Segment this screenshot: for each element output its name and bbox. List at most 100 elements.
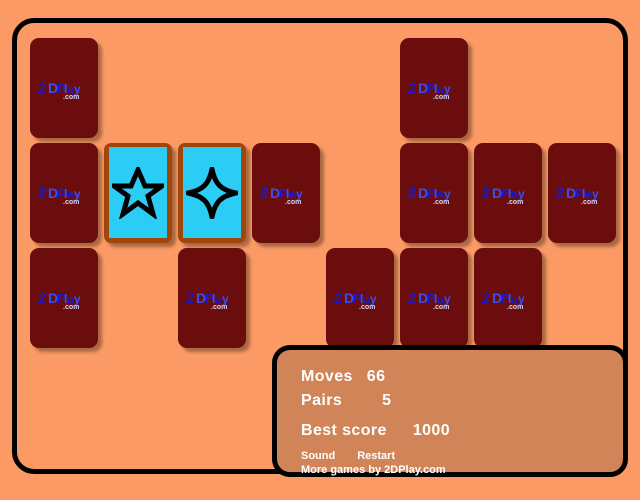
svg-text:2: 2 <box>482 185 491 202</box>
svg-text:a: a <box>437 187 444 201</box>
svg-text:y: y <box>518 292 525 306</box>
svg-text:2: 2 <box>38 290 47 307</box>
card-back-logo-icon: 2 D Pl a y .com <box>400 76 468 102</box>
card-r2c4[interactable]: 2 D Pl a y .com <box>252 143 320 243</box>
moves-value: 66 <box>366 368 386 385</box>
pairs-value: 5 <box>382 392 392 409</box>
svg-text:2: 2 <box>556 185 565 202</box>
svg-text:D: D <box>196 290 206 306</box>
game-stage: 2 D Pl a y .com 2 D Pl a y .com 2 D Pl a y .com 2 D Pl a y .com… <box>0 0 640 500</box>
svg-text:2: 2 <box>186 290 195 307</box>
svg-text:.com: .com <box>433 94 449 101</box>
card-back-logo-icon: 2 D Pl a y .com <box>326 286 394 312</box>
svg-text:a: a <box>289 187 296 201</box>
svg-text:a: a <box>437 82 444 96</box>
sound-button[interactable]: Sound <box>301 450 335 462</box>
panel-actions: Sound Restart <box>301 450 395 462</box>
svg-text:a: a <box>215 292 222 306</box>
svg-text:2: 2 <box>260 185 269 202</box>
restart-button[interactable]: Restart <box>357 450 395 462</box>
svg-text:y: y <box>74 187 81 201</box>
svg-text:y: y <box>444 187 451 201</box>
card-r3c5[interactable]: 2 D Pl a y .com <box>474 248 542 348</box>
card-back-logo-icon: 2 D Pl a y .com <box>178 286 246 312</box>
svg-text:P: P <box>57 291 66 306</box>
svg-text:D: D <box>48 185 58 201</box>
score-panel: Moves 66 Pairs 5 Best score 1000 Sound Resta… <box>272 345 628 477</box>
best-score-stat: Best score 1000 <box>301 422 450 440</box>
svg-text:P: P <box>427 81 436 96</box>
svg-text:a: a <box>437 292 444 306</box>
svg-text:l: l <box>286 187 289 201</box>
card-r3c1[interactable]: 2 D Pl a y .com <box>30 248 98 348</box>
card-r2c5[interactable]: 2 D Pl a y .com <box>400 143 468 243</box>
card-r3c4[interactable]: 2 D Pl a y .com <box>400 248 468 348</box>
svg-text:.com: .com <box>433 199 449 206</box>
card-back-logo-icon: 2 D Pl a y .com <box>400 286 468 312</box>
card-r3c3[interactable]: 2 D Pl a y .com <box>326 248 394 348</box>
card-r2c6[interactable]: 2 D Pl a y .com <box>474 143 542 243</box>
svg-text:a: a <box>511 187 518 201</box>
card-r2c7[interactable]: 2 D Pl a y .com <box>548 143 616 243</box>
svg-text:y: y <box>444 292 451 306</box>
moves-stat: Moves 66 <box>301 368 385 386</box>
svg-text:l: l <box>212 292 215 306</box>
svg-text:l: l <box>64 82 67 96</box>
svg-text:P: P <box>57 81 66 96</box>
svg-text:2: 2 <box>408 80 417 97</box>
svg-text:2: 2 <box>334 290 343 307</box>
best-score-label: Best score <box>301 422 387 439</box>
svg-text:a: a <box>585 187 592 201</box>
card-r2c1[interactable]: 2 D Pl a y .com <box>30 143 98 243</box>
svg-text:l: l <box>64 292 67 306</box>
card-back-logo-icon: 2 D Pl a y .com <box>400 181 468 207</box>
svg-text:l: l <box>434 292 437 306</box>
svg-text:P: P <box>279 186 288 201</box>
card-back-logo-icon: 2 D Pl a y .com <box>30 76 98 102</box>
sparkle-4-point-icon <box>186 166 238 219</box>
svg-text:a: a <box>67 187 74 201</box>
svg-text:D: D <box>270 185 280 201</box>
card-back-logo-icon: 2 D Pl a y .com <box>474 181 542 207</box>
svg-text:y: y <box>518 187 525 201</box>
pairs-label: Pairs <box>301 392 343 409</box>
svg-text:2: 2 <box>482 290 491 307</box>
svg-text:P: P <box>427 291 436 306</box>
card-r1c1[interactable]: 2 D Pl a y .com <box>30 38 98 138</box>
svg-text:.com: .com <box>63 304 79 311</box>
svg-text:.com: .com <box>63 94 79 101</box>
card-back-logo-icon: 2 D Pl a y .com <box>252 181 320 207</box>
card-r3c2[interactable]: 2 D Pl a y .com <box>178 248 246 348</box>
card-r2c3[interactable] <box>178 143 246 243</box>
moves-label: Moves <box>301 368 353 385</box>
card-r1c2[interactable]: 2 D Pl a y .com <box>400 38 468 138</box>
svg-text:.com: .com <box>507 199 523 206</box>
svg-text:l: l <box>434 82 437 96</box>
card-face-star-5-point <box>109 147 167 238</box>
card-back-logo-icon: 2 D Pl a y .com <box>30 181 98 207</box>
svg-text:l: l <box>508 187 511 201</box>
svg-text:a: a <box>363 292 370 306</box>
svg-text:a: a <box>67 82 74 96</box>
svg-text:l: l <box>64 187 67 201</box>
svg-text:y: y <box>370 292 377 306</box>
svg-text:l: l <box>582 187 585 201</box>
pairs-stat: Pairs 5 <box>301 392 391 410</box>
svg-text:D: D <box>418 185 428 201</box>
svg-text:D: D <box>492 185 502 201</box>
svg-text:P: P <box>427 186 436 201</box>
svg-text:y: y <box>296 187 303 201</box>
svg-text:P: P <box>205 291 214 306</box>
svg-text:P: P <box>353 291 362 306</box>
card-r2c2[interactable] <box>104 143 172 243</box>
svg-text:D: D <box>418 80 428 96</box>
svg-text:l: l <box>360 292 363 306</box>
more-games-link[interactable]: More games by 2DPlay.com <box>301 464 446 476</box>
svg-text:P: P <box>501 291 510 306</box>
svg-text:.com: .com <box>433 304 449 311</box>
svg-text:D: D <box>566 185 576 201</box>
card-back-logo-icon: 2 D Pl a y .com <box>548 181 616 207</box>
svg-text:P: P <box>501 186 510 201</box>
svg-text:.com: .com <box>285 199 301 206</box>
svg-text:2: 2 <box>38 185 47 202</box>
